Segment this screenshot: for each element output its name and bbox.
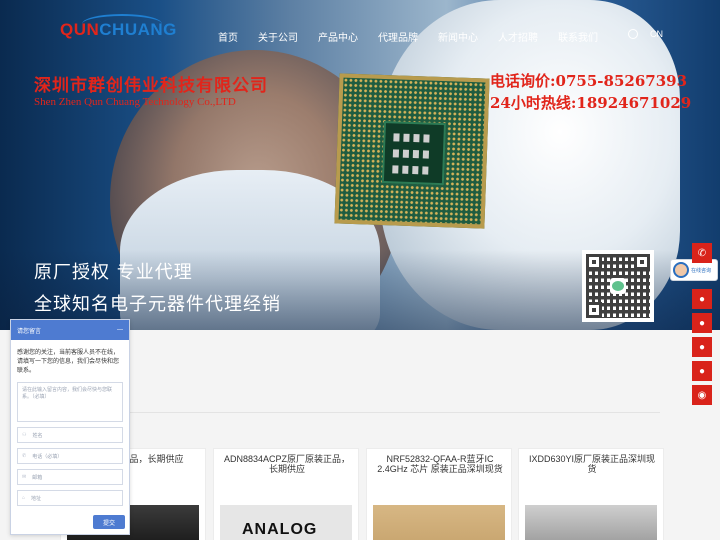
- address-field[interactable]: ⌂ 地址: [17, 490, 123, 506]
- wechat-button[interactable]: ◉: [692, 385, 712, 405]
- product-title: NRF52832-QFAA-R蓝牙IC 2.4GHz 芯片 原装正品深圳现货: [377, 454, 503, 474]
- chip-die: [381, 121, 446, 186]
- qr-finder: [586, 302, 602, 318]
- qq-icon: ●: [698, 365, 706, 377]
- qq-icon: ●: [698, 317, 706, 329]
- page: QUNCHUANG 首页 关于公司 产品中心 代理品牌 新闻中心 人才招聘 联系…: [0, 0, 720, 540]
- qq-button-2[interactable]: ●: [692, 313, 712, 333]
- wechat-icon: [610, 278, 626, 294]
- user-icon: ⚇: [22, 432, 27, 438]
- nav-products[interactable]: 产品中心: [318, 29, 358, 44]
- hero-banner: QUNCHUANG 首页 关于公司 产品中心 代理品牌 新闻中心 人才招聘 联系…: [0, 0, 720, 330]
- product-card[interactable]: ADN8834ACPZ原厂原装正品，长期供应 ANALOG: [213, 448, 359, 540]
- slogan-line-1: 原厂授权 专业代理: [34, 262, 193, 283]
- qq-button-1[interactable]: ●: [692, 289, 712, 309]
- chat-header-title: 请您留言: [17, 328, 42, 335]
- email-field[interactable]: ✉ 邮箱: [17, 469, 123, 485]
- product-title: ADN8834ACPZ原厂原装正品，长期供应: [223, 454, 351, 474]
- slogan-line-2: 全球知名电子元器件代理经销: [34, 294, 281, 315]
- language-switch[interactable]: CN: [628, 29, 663, 39]
- main-nav: 首页 关于公司 产品中心 代理品牌 新闻中心 人才招聘 联系我们: [218, 29, 618, 44]
- nav-brands[interactable]: 代理品牌: [378, 29, 418, 44]
- phone-inquiry: 电话询价:0755-85267393: [490, 72, 688, 90]
- agent-avatar-icon: [673, 262, 689, 278]
- phone-icon: ✆: [22, 453, 27, 459]
- qq-button-3[interactable]: ●: [692, 337, 712, 357]
- product-title: IXDD630YI原厂原装正品深圳现货: [528, 454, 656, 474]
- product-card[interactable]: IXDD630YI原厂原装正品深圳现货: [518, 448, 664, 540]
- submit-button[interactable]: 提交: [93, 515, 125, 529]
- nav-news[interactable]: 新闻中心: [438, 29, 478, 44]
- product-image: ANALOG: [220, 505, 352, 540]
- company-name-cn: 深圳市群创伟业科技有限公司: [34, 76, 268, 96]
- leave-message-widget: 请您留言 — 感谢您的关注，当前客服人员不在线，请填写一下您的信息，我们会尽快和…: [10, 319, 130, 535]
- globe-icon: [628, 29, 638, 39]
- analog-logo-text: ANALOG: [242, 521, 318, 538]
- qq-icon: ●: [698, 293, 706, 305]
- qq-button-4[interactable]: ●: [692, 361, 712, 381]
- message-textarea[interactable]: 请在此输入留言内容，我们会尽快与您联系。（必填）: [17, 382, 123, 422]
- company-name-en: Shen Zhen Qun Chuang Technology Co.,LTD: [34, 96, 236, 108]
- site-logo[interactable]: QUNCHUANG: [60, 14, 177, 40]
- name-placeholder: 姓名: [32, 432, 43, 439]
- cpu-chip-image: [334, 73, 490, 229]
- chat-offline-message: 感谢您的关注，当前客服人员不在线，请填写一下您的信息，我们会尽快和您联系。: [17, 350, 120, 374]
- email-placeholder: 邮箱: [32, 474, 43, 481]
- minimize-icon[interactable]: —: [117, 327, 123, 333]
- qr-finder: [586, 254, 602, 270]
- product-image: [373, 505, 505, 540]
- address-placeholder: 地址: [31, 495, 42, 502]
- product-card[interactable]: NRF52832-QFAA-R蓝牙IC 2.4GHz 芯片 原装正品深圳现货: [366, 448, 512, 540]
- nav-jobs[interactable]: 人才招聘: [498, 29, 538, 44]
- logo-swoosh: [82, 14, 162, 34]
- phone-button[interactable]: ✆: [692, 243, 712, 263]
- nav-contact[interactable]: 联系我们: [558, 29, 598, 44]
- language-label: CN: [650, 29, 663, 39]
- phone-placeholder: 电话（必填）: [32, 453, 63, 460]
- section-divider: [60, 412, 660, 413]
- wechat-qr-code: [582, 250, 654, 322]
- phone-icon: ✆: [697, 247, 707, 259]
- qq-icon: ●: [698, 341, 706, 353]
- name-field[interactable]: ⚇ 姓名: [17, 427, 123, 443]
- hotline: 24小时热线:18924671029: [490, 94, 692, 112]
- product-image: [525, 505, 657, 540]
- wechat-icon: ◉: [697, 389, 707, 401]
- nav-home[interactable]: 首页: [218, 29, 238, 44]
- mail-icon: ✉: [22, 474, 27, 480]
- location-icon: ⌂: [22, 495, 26, 501]
- nav-about[interactable]: 关于公司: [258, 29, 298, 44]
- qr-finder: [634, 254, 650, 270]
- phone-field[interactable]: ✆ 电话（必填）: [17, 448, 123, 464]
- chat-header[interactable]: 请您留言 —: [11, 320, 129, 340]
- floating-service-bar: ✆ ● ● ● ● ◉: [692, 243, 712, 409]
